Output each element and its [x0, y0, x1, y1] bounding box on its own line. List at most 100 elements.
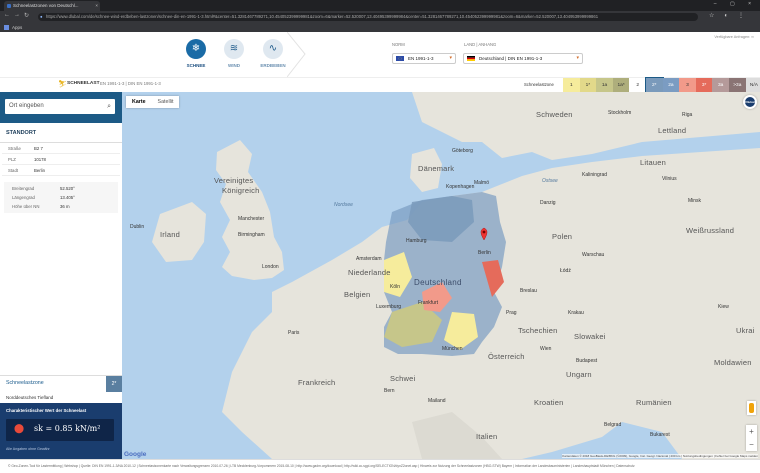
label-bukarest: Bukarest	[650, 432, 670, 438]
back-icon[interactable]: ←	[4, 12, 10, 18]
header-chevron	[287, 32, 306, 77]
label-muenchen: München	[442, 346, 463, 352]
field-row: PLZ 10178	[2, 154, 120, 165]
label-ungarn: Ungarn	[566, 370, 592, 379]
latitude-value: 52.520°	[60, 186, 75, 191]
coord-row: Längengrad 13.405°	[12, 195, 75, 200]
browser-menu-icons[interactable]: ☆◐⋮	[709, 12, 754, 19]
bookmarks-bar: Apps	[0, 23, 760, 32]
map-type-switch[interactable]: Karte Satellit	[126, 96, 180, 108]
label-wien: Wien	[540, 346, 552, 352]
char-value-box: ⬤ sk = 0.85 kN/m²	[6, 419, 114, 441]
de-flag-icon	[467, 56, 475, 61]
label-uk-1: Vereinigtes	[214, 176, 254, 185]
label-koeln: Köln	[390, 284, 401, 290]
label-oesterreich: Österreich	[488, 352, 525, 361]
label-bern: Bern	[384, 388, 395, 394]
char-title: Charakteristischer Wert der Schneelast	[6, 408, 87, 413]
label-weissrussland: Weißrussland	[686, 226, 735, 235]
label-kiew: Kiew	[718, 304, 729, 310]
label-birmingham: Birmingham	[238, 232, 265, 238]
earthquake-icon[interactable]: ∿	[263, 39, 283, 59]
search-input[interactable]: Ort eingeben ⌕	[5, 99, 115, 114]
snow-zone-badge: 2*	[106, 376, 122, 392]
tab-satellit[interactable]: Satellit	[152, 96, 180, 108]
search-icon[interactable]: ⌕	[107, 99, 111, 114]
label-goteborg: Göteborg	[452, 148, 473, 154]
label-rumaenien: Rumänien	[636, 398, 672, 407]
land-uk	[216, 140, 284, 280]
legend-zone: 1	[563, 78, 580, 93]
favicon-icon	[7, 4, 11, 8]
snow-zone-label: Schneelastzone	[6, 380, 44, 386]
street-view-icon[interactable]	[747, 401, 756, 415]
tab-karte[interactable]: Karte	[126, 96, 152, 108]
label-krakau: Krakau	[568, 310, 584, 316]
char-value: sk = 0.85 kN/m²	[34, 424, 101, 433]
characteristic-panel: Charakteristischer Wert der Schneelast ⬤…	[0, 403, 122, 459]
snow-load-icon: ⛷	[58, 81, 67, 88]
chevron-down-icon: ▾	[576, 55, 579, 61]
norm-value: EN 1991-1-3	[408, 56, 434, 61]
browser-tab[interactable]: Schneelastzonen von Deutschl... ×	[4, 1, 100, 11]
label-prag: Prag	[506, 310, 517, 316]
label-dublin: Dublin	[130, 224, 145, 230]
label-uk-2: Königreich	[222, 186, 260, 195]
label-danzig: Danzig	[540, 200, 556, 206]
plz-value: 10178	[34, 157, 46, 162]
dlubal-logo[interactable]: Dlubal	[743, 95, 757, 109]
reload-icon[interactable]: ↻	[24, 12, 29, 19]
map[interactable]: Karte Satellit Vereinigtes Königreich Ir…	[122, 92, 760, 459]
label-daenemark: Dänemark	[418, 164, 455, 173]
category-schnee[interactable]: SCHNEE	[176, 63, 216, 68]
search-panel: Ort eingeben ⌕	[0, 92, 122, 123]
label-litauen: Litauen	[640, 158, 667, 167]
url-field[interactable]: ● https://www.dlubal.com/de/schnee-wind-…	[38, 13, 698, 21]
label-nordsee: Nordsee	[334, 202, 353, 208]
label-ostsee: Ostsee	[542, 178, 558, 184]
chevron-down-icon: ▾	[449, 55, 452, 61]
google-logo: Google	[124, 451, 147, 458]
zoom-control[interactable]: + −	[746, 425, 757, 451]
label-schweiz: Schwei	[390, 374, 416, 383]
norm-breadcrumb: EN 1991-1-3 | DIN EN 1991-1-3	[100, 81, 161, 86]
eu-flag-icon	[396, 56, 404, 61]
category-wind[interactable]: WIND	[214, 63, 254, 68]
label-lettland: Lettland	[658, 126, 687, 135]
label-mailand: Mailand	[428, 398, 446, 404]
altitude-value: 36 m	[60, 204, 70, 209]
legend-zone: 2*	[645, 77, 664, 94]
snowflake-icon[interactable]: ❄	[186, 39, 206, 59]
footer: © Geo-Zonen-Tool für Lastermittlung | We…	[0, 459, 760, 473]
window-controls[interactable]: – ▢ ×	[714, 1, 757, 7]
legend-title: Schneelastzone	[524, 82, 554, 87]
label-london: London	[262, 264, 279, 270]
lock-icon: ●	[40, 14, 43, 19]
label-riga: Riga	[682, 112, 693, 118]
label-warschau: Warschau	[582, 252, 605, 258]
land-select[interactable]: Deutschland | DIN EN 1991-1-3 ▾	[463, 53, 583, 64]
label-schweden: Schweden	[536, 110, 573, 119]
label-polen: Polen	[552, 232, 573, 241]
apps-icon[interactable]	[4, 25, 9, 31]
legend-zone: 3*	[695, 78, 713, 93]
zoom-in-icon[interactable]: +	[746, 425, 757, 438]
bookmark-apps[interactable]: Apps	[12, 25, 22, 30]
norm-select[interactable]: EN 1991-1-3 ▾	[392, 53, 456, 64]
label-budapest: Budapest	[576, 358, 598, 364]
sidebar: Ort eingeben ⌕ STANDORT Straße B2 7 PLZ 10…	[0, 92, 122, 459]
norm-label: NORM	[392, 42, 405, 47]
coord-row: Höhe über NN 36 m	[12, 204, 70, 209]
label-minsk: Minsk	[688, 198, 702, 204]
wind-icon[interactable]: ≋	[224, 39, 244, 59]
label-lodz: Łódź	[560, 268, 571, 274]
forward-icon[interactable]: →	[14, 12, 20, 18]
longitude-value: 13.405°	[60, 195, 75, 200]
standort-title: STANDORT	[0, 123, 122, 143]
zoom-out-icon[interactable]: −	[746, 438, 757, 451]
label-hamburg: Hamburg	[406, 238, 427, 244]
label-manchester: Manchester	[238, 216, 265, 222]
requests-available: Verfügbare Anfragen: ∞	[714, 35, 754, 39]
label-moldawien: Moldawien	[714, 358, 752, 367]
close-tab-icon[interactable]: ×	[95, 1, 98, 11]
